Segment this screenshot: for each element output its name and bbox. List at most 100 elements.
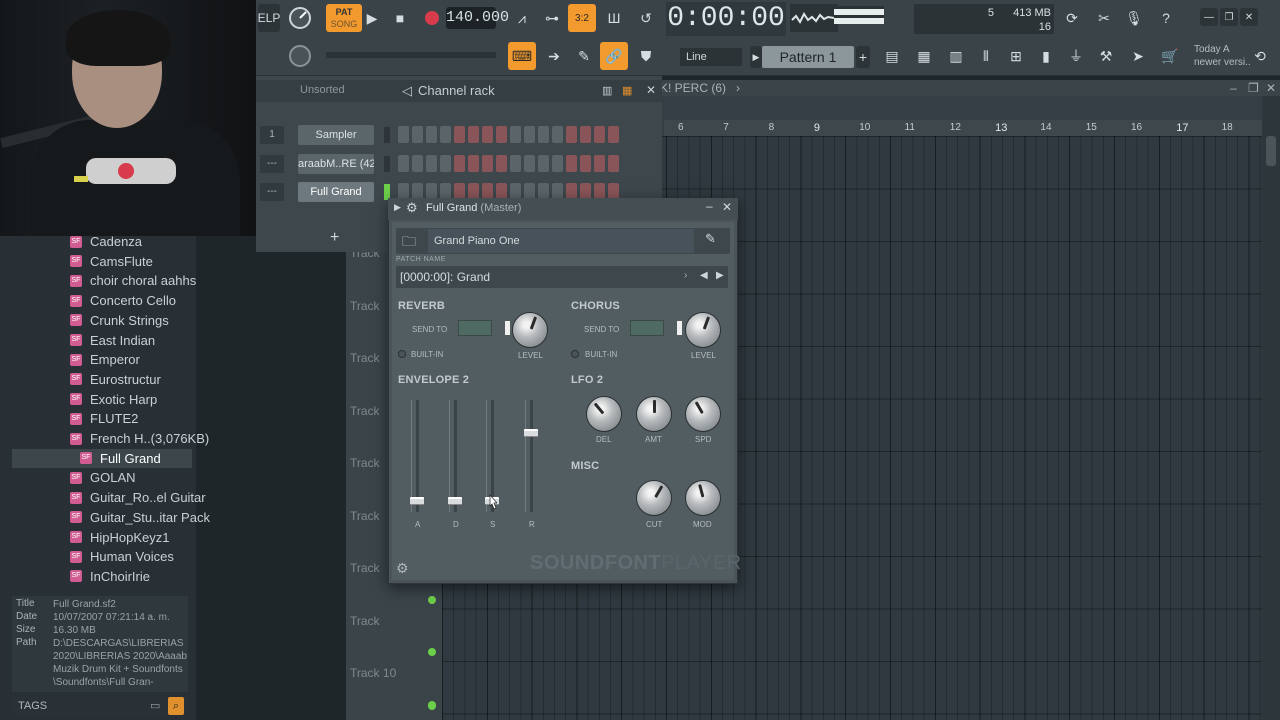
misc-mod-knob[interactable] xyxy=(685,480,721,516)
link-button[interactable]: 🔗 xyxy=(600,42,628,70)
news-refresh-button[interactable]: ⟲ xyxy=(1248,44,1272,68)
add-pattern-button[interactable]: + xyxy=(856,46,870,68)
plugin-database-button[interactable]: ⏚ xyxy=(1062,42,1090,70)
envelope-slider-rail[interactable] xyxy=(454,400,457,512)
audio-input-button[interactable]: 🎙 xyxy=(1120,4,1148,32)
browser-item[interactable]: SF Concerto Cello xyxy=(70,291,176,310)
browser-item[interactable]: SF Full Grand xyxy=(12,448,192,468)
step-button[interactable] xyxy=(566,154,577,172)
step-button[interactable] xyxy=(440,126,451,143)
wait-input-button[interactable]: ⊶ xyxy=(538,4,566,32)
envelope-slider-rail[interactable] xyxy=(530,400,533,512)
snap-selector[interactable]: Line xyxy=(680,48,742,66)
reverb-level-knob[interactable] xyxy=(512,312,548,348)
tags-bar[interactable]: TAGS ▭ ⌕ xyxy=(12,696,188,716)
chorus-level-knob[interactable] xyxy=(685,312,721,348)
channel-mixer-track[interactable]: --- xyxy=(260,183,284,201)
folder-icon[interactable]: 🗀 xyxy=(402,231,416,255)
browser-item[interactable]: SF Human Voices xyxy=(70,547,174,566)
step-button[interactable] xyxy=(566,126,577,143)
channel-select-led[interactable] xyxy=(384,127,390,143)
gear-icon[interactable]: ⚙ xyxy=(406,200,418,216)
maximize-icon[interactable]: ❐ xyxy=(1248,80,1259,96)
cut-tool-button[interactable]: ✂ xyxy=(1090,4,1118,32)
step-button[interactable] xyxy=(510,154,521,172)
step-button[interactable] xyxy=(524,126,535,143)
gear-icon[interactable]: ⚙ xyxy=(396,560,409,577)
browser-item[interactable]: SF French H..(3,076KB) xyxy=(70,429,209,448)
envelope-slider-rail[interactable] xyxy=(416,400,419,512)
step-button[interactable] xyxy=(440,154,451,172)
pat-song-toggle[interactable]: PAT SONG xyxy=(326,4,362,32)
step-button[interactable] xyxy=(496,126,507,143)
stamp-button[interactable]: ⛊ xyxy=(632,42,660,70)
browser-item[interactable]: SF Guitar_Ro..el Guitar xyxy=(70,488,206,507)
soundfont-preset[interactable]: Grand Piano One xyxy=(428,229,694,253)
step-button[interactable] xyxy=(580,126,591,143)
step-button[interactable] xyxy=(552,154,563,172)
step-button[interactable] xyxy=(454,126,465,143)
main-volume-knob[interactable] xyxy=(286,4,314,32)
mixer-button[interactable]: ⫴ xyxy=(972,42,1000,70)
tempo-display[interactable]: 140.000 xyxy=(446,7,509,29)
step-button[interactable] xyxy=(594,126,605,143)
browser-item[interactable]: SF East Indian xyxy=(70,331,155,350)
lfo-speed-knob[interactable] xyxy=(685,396,721,432)
step-button[interactable] xyxy=(426,126,437,143)
step-button[interactable] xyxy=(398,126,409,143)
misc-cutoff-knob[interactable] xyxy=(636,480,672,516)
track-label[interactable]: Track 10 xyxy=(350,666,442,680)
step-button[interactable] xyxy=(524,154,535,172)
patch-prev-button[interactable]: ◀ xyxy=(700,270,708,281)
step-record-button[interactable]: ➔ xyxy=(540,42,568,70)
graph-icon[interactable]: ▥ xyxy=(602,84,612,97)
close-icon[interactable]: ✕ xyxy=(722,200,732,214)
envelope-slider-thumb[interactable] xyxy=(448,496,462,505)
step-button[interactable] xyxy=(608,154,619,172)
browser-item[interactable]: SF Exotic Harp xyxy=(70,390,157,409)
chorus-send-box[interactable] xyxy=(630,320,664,336)
patch-selector[interactable]: [0000:00]: Grand xyxy=(396,266,728,288)
pencil-tool-button[interactable]: ✎ xyxy=(570,42,598,70)
browser-item[interactable]: SF HipHopKeyz1 xyxy=(70,528,170,547)
channel-select-led[interactable] xyxy=(384,155,390,172)
step-button[interactable] xyxy=(482,154,493,172)
step-button[interactable] xyxy=(510,126,521,143)
step-button[interactable] xyxy=(538,126,549,143)
plugin-picker-button[interactable]: ⚒ xyxy=(1092,42,1120,70)
project-info-button[interactable]: ▮ xyxy=(1032,42,1060,70)
step-button[interactable] xyxy=(454,154,465,172)
step-button[interactable] xyxy=(608,126,619,143)
browser-item[interactable]: SF GOLAN xyxy=(70,468,136,487)
scrollbar-thumb[interactable] xyxy=(1266,136,1276,166)
track-mute-led[interactable] xyxy=(428,648,436,656)
lfo-amount-knob[interactable] xyxy=(636,396,672,432)
step-button[interactable] xyxy=(412,126,423,143)
patch-next-button[interactable]: ▶ xyxy=(716,270,724,281)
browser-item[interactable]: SF Cadenza xyxy=(70,232,142,251)
help-button[interactable]: ? xyxy=(1152,4,1180,32)
loop-record-button[interactable]: ↺ xyxy=(632,4,660,32)
close-button[interactable]: ✕ xyxy=(1240,8,1258,26)
step-button[interactable] xyxy=(552,126,563,143)
stop-button[interactable]: ■ xyxy=(386,4,414,32)
step-button[interactable] xyxy=(412,154,423,172)
minimize-icon[interactable]: – xyxy=(706,199,713,213)
tag-icon[interactable]: ✎ xyxy=(705,231,716,247)
countdown-button[interactable]: 3:2 xyxy=(568,4,596,32)
track-mute-led[interactable] xyxy=(428,595,436,604)
channel-filter[interactable]: Unsorted xyxy=(300,84,345,96)
browser-item[interactable]: SF Eurostructur xyxy=(70,370,161,389)
channel-mixer-track[interactable]: --- xyxy=(260,154,284,173)
help-menu[interactable]: ELP xyxy=(258,4,280,32)
step-button[interactable] xyxy=(398,154,409,172)
step-button[interactable] xyxy=(580,154,591,172)
channel-button[interactable]: Sampler xyxy=(298,125,374,145)
track-label[interactable]: Track xyxy=(350,614,442,628)
reverb-send-box[interactable] xyxy=(458,320,492,336)
step-edit-button[interactable]: Ш xyxy=(600,4,628,32)
undo-history-button[interactable]: ⟳ xyxy=(1058,4,1086,32)
envelope-slider-thumb[interactable] xyxy=(410,496,424,505)
add-channel-button[interactable]: + xyxy=(330,229,339,247)
reverb-builtin-led[interactable] xyxy=(398,350,406,358)
